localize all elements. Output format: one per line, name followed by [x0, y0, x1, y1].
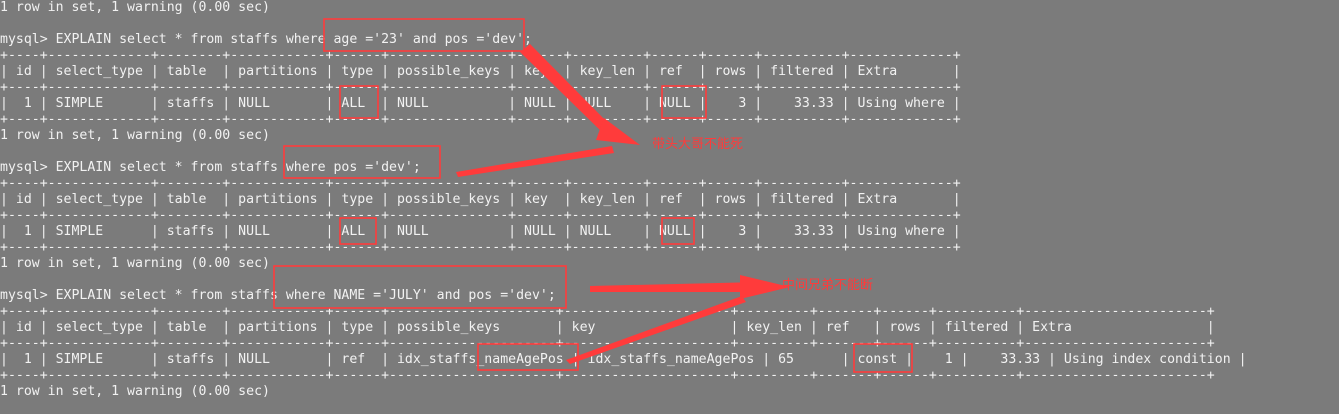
annotation-note: 带头大哥不能死	[652, 137, 744, 152]
query-line: mysql> EXPLAIN select * from staffs wher…	[0, 288, 556, 303]
table-border: +----+-------------+--------+-----------…	[0, 80, 961, 95]
table-border: +----+-------------+--------+-----------…	[0, 48, 961, 63]
status-line: 1 row in set, 1 warning (0.00 sec)	[0, 256, 270, 271]
table-header: | id | select_type | table | partitions …	[0, 320, 1215, 335]
table-border: +----+-------------+--------+-----------…	[0, 112, 961, 127]
status-line: 1 row in set, 1 warning (0.00 sec)	[0, 384, 270, 399]
annotation-note: 中间兄弟不能断	[782, 278, 874, 293]
status-line: 1 row in set, 1 warning (0.00 sec)	[0, 0, 270, 15]
table-header: | id | select_type | table | partitions …	[0, 64, 961, 79]
query-line: mysql> EXPLAIN select * from staffs wher…	[0, 32, 532, 47]
status-line: 1 row in set, 1 warning (0.00 sec)	[0, 128, 270, 143]
table-border: +----+-------------+--------+-----------…	[0, 176, 961, 191]
table-border: +----+-------------+--------+-----------…	[0, 368, 1215, 383]
table-border: +----+-------------+--------+-----------…	[0, 240, 961, 255]
mysql-terminal-output[interactable]: 1 row in set, 1 warning (0.00 sec) mysql…	[0, 0, 1339, 414]
table-row: | 1 | SIMPLE | staffs | NULL | ALL | NUL…	[0, 96, 961, 111]
table-row: | 1 | SIMPLE | staffs | NULL | ALL | NUL…	[0, 224, 961, 239]
query-line: mysql> EXPLAIN select * from staffs wher…	[0, 160, 421, 175]
table-header: | id | select_type | table | partitions …	[0, 192, 961, 207]
table-border: +----+-------------+--------+-----------…	[0, 336, 1215, 351]
table-border: +----+-------------+--------+-----------…	[0, 208, 961, 223]
table-row: | 1 | SIMPLE | staffs | NULL | ref | idx…	[0, 352, 1247, 367]
table-border: +----+-------------+--------+-----------…	[0, 304, 1215, 319]
